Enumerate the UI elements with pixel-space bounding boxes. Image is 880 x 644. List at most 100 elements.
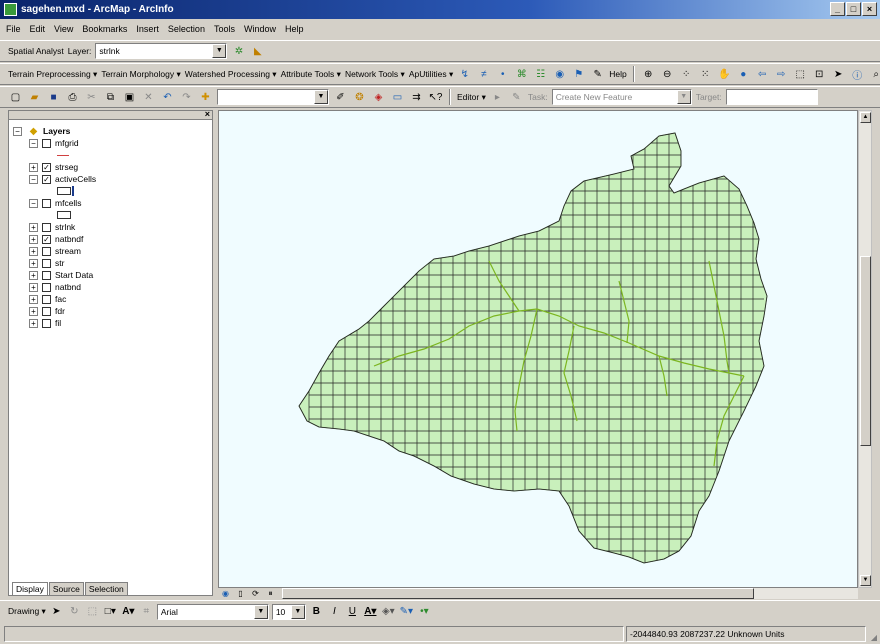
marker-color-icon[interactable]: •▾ [417,604,432,619]
layer-visibility-checkbox[interactable] [42,282,51,292]
layer-visibility-checkbox[interactable]: ✓ [42,234,51,244]
copy-icon[interactable]: ⧉ [103,90,118,105]
symbol-fill-swatch[interactable] [57,185,74,197]
add-data-icon[interactable]: ✚ [198,90,213,105]
layer-visibility-checkbox[interactable] [42,306,51,316]
scroll-thumb[interactable] [860,256,871,446]
collapse-icon[interactable]: − [13,126,22,136]
toc-layer-activecells[interactable]: − ✓ activeCells [29,173,96,185]
scroll-thumb[interactable] [282,588,754,599]
toc-layer-mfgrid[interactable]: − mfgrid [29,137,79,149]
font-size-combo[interactable]: 10 ▼ [271,603,306,620]
maximize-button[interactable]: □ [846,2,861,16]
layer-visibility-checkbox[interactable]: ✓ [42,162,51,172]
spatial-analyst-menu[interactable]: Spatial Analyst [8,46,64,56]
map-display[interactable] [218,110,858,588]
batch-point-icon[interactable]: ⌘ [514,67,529,82]
menu-selection[interactable]: Selection [168,24,205,34]
not-equal-icon[interactable]: ≠ [476,67,491,82]
minimize-button[interactable]: _ [830,2,845,16]
zoom-in-icon[interactable]: ⊕ [641,67,656,82]
whats-this-icon[interactable]: ↖? [428,90,443,105]
layout-view-icon[interactable]: ▯ [233,586,248,601]
pencil-icon[interactable]: ✎ [590,67,605,82]
chevron-down-icon[interactable]: ▼ [212,44,227,58]
toc-layer-stream[interactable]: + stream [29,245,81,257]
menu-help[interactable]: Help [285,24,304,34]
zoom-whole-page-icon[interactable]: ⬚ [85,604,100,619]
arctoolbox-icon[interactable]: ❂ [352,90,367,105]
select-elements-icon[interactable]: ➤ [49,604,64,619]
menu-edit[interactable]: Edit [30,24,46,34]
expand-icon[interactable]: + [29,270,38,280]
italic-icon[interactable]: I [327,604,342,619]
menu-file[interactable]: File [6,24,21,34]
toc-layer-strseg[interactable]: + ✓ strseg [29,161,78,173]
layer-visibility-checkbox[interactable] [42,258,51,268]
command-line-icon[interactable]: ▭ [390,90,405,105]
layer-visibility-checkbox[interactable]: ✓ [42,174,51,184]
expand-icon[interactable]: + [29,222,38,232]
toc-layer-fil[interactable]: + fil [29,317,61,329]
globe-icon[interactable]: ◉ [552,67,567,82]
arccatalog-icon[interactable]: ◈ [371,90,386,105]
undo-icon[interactable]: ↶ [160,90,175,105]
line-color-icon[interactable]: ✎▾ [399,604,414,619]
font-combo[interactable]: Arial ▼ [156,603,269,620]
expand-icon[interactable]: + [29,246,38,256]
rotate-icon[interactable]: ↻ [67,604,82,619]
expand-icon[interactable]: + [29,258,38,268]
back-extent-icon[interactable]: ⇦ [755,67,770,82]
chevron-down-icon[interactable]: ▼ [676,90,691,104]
select-features-icon[interactable]: ⬚ [793,67,808,82]
expand-icon[interactable]: + [29,318,38,328]
toc-layer-natbnd[interactable]: + natbnd [29,281,81,293]
layer-visibility-checkbox[interactable] [42,138,51,148]
toc-layer-fac[interactable]: + fac [29,293,66,305]
toc-layer-start-data[interactable]: + Start Data [29,269,93,281]
aputilities-menu[interactable]: ApUtilities ▾ [409,69,453,80]
point-delineation-icon[interactable]: • [495,67,510,82]
collapse-icon[interactable]: − [29,174,38,184]
layer-visibility-checkbox[interactable] [42,270,51,280]
scroll-up-icon[interactable]: ▲ [860,112,871,123]
refresh-icon[interactable]: ⟳ [248,586,263,601]
collapse-icon[interactable]: − [29,138,38,148]
menu-bookmarks[interactable]: Bookmarks [82,24,127,34]
fill-color-icon[interactable]: ◈▾ [381,604,396,619]
full-extent-icon[interactable]: ● [736,67,751,82]
fixed-zoom-out-icon[interactable]: ⁙ [698,67,713,82]
layer-visibility-checkbox[interactable] [42,318,51,328]
resize-grip-icon[interactable]: ◢ [871,633,877,642]
raster-calculator-icon[interactable]: ✲ [231,44,246,59]
toc-layer-str[interactable]: + str [29,257,64,269]
cut-icon[interactable]: ✂ [84,90,99,105]
task-combo[interactable]: Create New Feature ▼ [551,89,692,105]
edit-tool-icon[interactable]: ▸ [490,90,505,105]
symbol-line-swatch[interactable] [57,149,69,161]
attribute-tools-menu[interactable]: Attribute Tools ▾ [281,69,341,80]
toc-layer-fdr[interactable]: + fdr [29,305,65,317]
forward-extent-icon[interactable]: ⇨ [774,67,789,82]
collapse-icon[interactable]: − [29,198,38,208]
editor-menu[interactable]: Editor ▾ [457,92,486,103]
editor-toolbar-icon[interactable]: ✐ [333,90,348,105]
layer-visibility-checkbox[interactable] [42,246,51,256]
new-document-icon[interactable]: ▢ [8,90,23,105]
open-folder-icon[interactable]: ▰ [27,90,42,105]
text-icon[interactable]: A▾ [121,604,136,619]
map-scale-combo[interactable]: ▼ [217,89,329,105]
menu-view[interactable]: View [54,24,73,34]
toc-root-layers[interactable]: − ◆ Layers [13,125,70,137]
close-icon[interactable]: × [205,109,210,119]
save-icon[interactable]: ■ [46,90,61,105]
sketch-tool-icon[interactable]: ✎ [509,90,524,105]
delete-icon[interactable]: ✕ [141,90,156,105]
chevron-down-icon[interactable]: ▼ [253,604,268,619]
drawing-menu[interactable]: Drawing ▾ [8,606,46,617]
zoom-out-icon[interactable]: ⊖ [660,67,675,82]
clear-selection-icon[interactable]: ⊡ [812,67,827,82]
tab-selection[interactable]: Selection [84,582,128,596]
toc-layer-strlnk[interactable]: + strlnk [29,221,75,233]
expand-icon[interactable]: + [29,294,38,304]
